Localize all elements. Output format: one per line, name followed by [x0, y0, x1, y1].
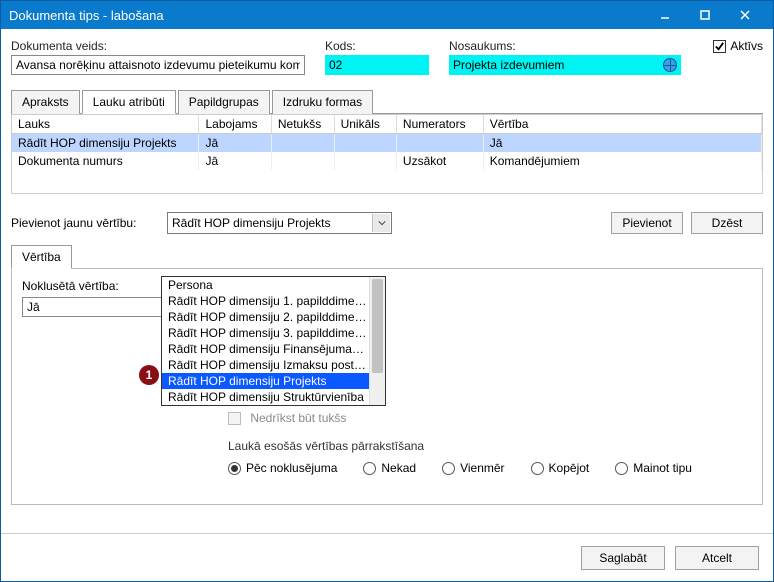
radio-nekad[interactable]: Nekad	[363, 461, 416, 475]
scrollbar-thumb[interactable]	[372, 279, 383, 373]
radio-vienmēr[interactable]: Vienmēr	[442, 461, 504, 475]
dropdown-option[interactable]: Rādīt HOP dimensiju Izmaksu postenis	[162, 357, 385, 373]
overwrite-legend: Laukā esošās vērtības pārrakstīšana	[228, 439, 752, 453]
radio-kopējot[interactable]: Kopējot	[531, 461, 590, 475]
code-label: Kods:	[325, 39, 429, 53]
chevron-down-icon	[372, 214, 390, 232]
maximize-button[interactable]	[685, 1, 725, 29]
header-row: Dokumenta veids: Kods: Nosaukums:	[11, 39, 763, 75]
tab-izdruku-formas[interactable]: Izdruku formas	[272, 90, 373, 114]
checkbox-icon	[228, 412, 241, 425]
column-header[interactable]: Vērtība	[483, 115, 761, 134]
radio-icon	[442, 462, 455, 475]
active-checkbox[interactable]: Aktīvs	[713, 39, 763, 53]
delete-button[interactable]: Dzēst	[691, 212, 763, 234]
globe-icon[interactable]	[663, 58, 677, 72]
dropdown-option[interactable]: Rādīt HOP dimensiju 2. papilddimensija	[162, 309, 385, 325]
check-icon	[713, 40, 726, 53]
cancel-button[interactable]: Atcelt	[675, 546, 759, 570]
add-value-dropdown[interactable]: PersonaRādīt HOP dimensiju 1. papilddime…	[161, 276, 386, 406]
tab-apraksts[interactable]: Apraksts	[11, 90, 80, 114]
not-empty-label: Nedrīkst būt tukšs	[250, 411, 346, 425]
radio-mainot-tipu[interactable]: Mainot tipu	[615, 461, 692, 475]
code-input[interactable]	[325, 55, 429, 75]
dropdown-option[interactable]: Rādīt HOP dimensiju 1. papilddimensija	[162, 293, 385, 309]
footer: Saglabāt Atcelt	[1, 533, 773, 581]
default-value-label: Noklusētā vērtība:	[22, 279, 119, 293]
window: Dokumenta tips - labošana Dokumenta veid…	[0, 0, 774, 582]
radio-icon	[531, 462, 544, 475]
radio-pēc-noklusējuma[interactable]: Pēc noklusējuma	[228, 461, 337, 475]
column-header[interactable]: Numerators	[396, 115, 483, 134]
value-panel: Noklusētā vērtība: Labošana atļauta Nedr…	[11, 269, 763, 505]
close-button[interactable]	[725, 1, 765, 29]
dropdown-option[interactable]: Rādīt HOP dimensiju Projekts	[162, 373, 385, 389]
add-value-row: Pievienot jaunu vērtību: Rādīt HOP dimen…	[11, 212, 763, 234]
add-value-selected: Rādīt HOP dimensiju Projekts	[172, 216, 331, 230]
dropdown-option[interactable]: Persona	[162, 277, 385, 293]
annotation-marker-1: 1	[139, 365, 159, 385]
active-label: Aktīvs	[730, 39, 763, 53]
column-header[interactable]: Netukšs	[271, 115, 334, 134]
dropdown-scrollbar[interactable]	[369, 277, 385, 405]
doc-kind-label: Dokumenta veids:	[11, 39, 305, 53]
radio-icon	[228, 462, 241, 475]
save-button[interactable]: Saglabāt	[581, 546, 665, 570]
doc-kind-input[interactable]	[11, 55, 305, 75]
content-area: Dokumenta veids: Kods: Nosaukums:	[1, 29, 773, 533]
titlebar: Dokumenta tips - labošana	[1, 1, 773, 29]
add-value-combo[interactable]: Rādīt HOP dimensiju Projekts	[167, 212, 392, 234]
minimize-button[interactable]	[645, 1, 685, 29]
main-tabs: AprakstsLauku atribūtiPapildgrupasIzdruk…	[11, 89, 763, 114]
overwrite-radios: Pēc noklusējuma Nekad Vienmēr Kopējot Mainot…	[228, 461, 752, 475]
column-header[interactable]: Unikāls	[334, 115, 396, 134]
name-label: Nosaukums:	[449, 39, 681, 53]
sub-tabs: Vērtība	[11, 244, 763, 269]
fields-grid: LauksLabojamsNetukšsUnikālsNumeratorsVēr…	[11, 114, 763, 194]
table-row[interactable]: Rādīt HOP dimensiju ProjektsJāJā	[12, 134, 762, 153]
column-header[interactable]: Lauks	[12, 115, 199, 134]
dropdown-option[interactable]: Rādīt HOP dimensiju Finansējuma postenis	[162, 341, 385, 357]
add-value-label: Pievienot jaunu vērtību:	[11, 216, 159, 230]
subtab-vērtība[interactable]: Vērtība	[11, 245, 72, 269]
tab-lauku-atribūti[interactable]: Lauku atribūti	[82, 90, 176, 114]
add-button[interactable]: Pievienot	[611, 212, 683, 234]
column-header[interactable]: Labojams	[199, 115, 271, 134]
table-row[interactable]: Dokumenta numursJāUzsākotKomandējumiem	[12, 152, 762, 170]
radio-icon	[615, 462, 628, 475]
dropdown-option[interactable]: Rādīt HOP dimensiju Struktūrvienība	[162, 389, 385, 405]
tab-papildgrupas[interactable]: Papildgrupas	[178, 90, 270, 114]
window-title: Dokumenta tips - labošana	[9, 8, 645, 23]
radio-icon	[363, 462, 376, 475]
not-empty-checkbox: Nedrīkst būt tukšs	[228, 411, 752, 425]
dropdown-option[interactable]: Rādīt HOP dimensiju 3. papilddimensija	[162, 325, 385, 341]
name-input[interactable]	[449, 55, 681, 75]
grid-header-row: LauksLabojamsNetukšsUnikālsNumeratorsVēr…	[12, 115, 762, 134]
default-value-input[interactable]	[22, 297, 162, 317]
